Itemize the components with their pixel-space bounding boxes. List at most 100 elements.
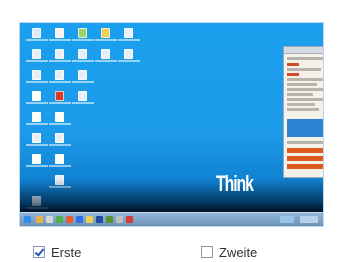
desktop-glow: [20, 178, 323, 212]
file-icon-glyph: [55, 154, 64, 164]
docs-icon-glyph: [55, 28, 64, 38]
recycle-icon[interactable]: [118, 28, 140, 46]
desktop-preview: Think: [19, 22, 324, 227]
docs-icon[interactable]: [49, 28, 71, 46]
icon-caption: [49, 102, 71, 104]
app-icon[interactable]: [72, 70, 94, 88]
network-icon-glyph: [78, 28, 87, 38]
app-icon[interactable]: [49, 133, 71, 151]
window-row: [287, 98, 323, 101]
icon-caption: [49, 60, 71, 62]
window-row: [287, 68, 321, 71]
window-titlebar: [284, 47, 323, 54]
icon-caption: [118, 39, 140, 41]
icon-caption: [49, 81, 71, 83]
icon-caption: [49, 39, 71, 41]
pdf-icon-glyph: [55, 91, 64, 101]
start-icon: [24, 216, 31, 223]
icon-caption: [26, 102, 48, 104]
app-icon[interactable]: [26, 70, 48, 88]
file-icon[interactable]: [26, 112, 48, 130]
think-logo: Think: [216, 171, 254, 196]
file-icon[interactable]: [26, 154, 48, 172]
icon-caption: [72, 81, 94, 83]
clock-area: [300, 216, 318, 223]
network-icon[interactable]: [72, 28, 94, 46]
app-icon-glyph: [55, 133, 64, 143]
app-icon-glyph: [32, 49, 41, 59]
icon-caption: [95, 39, 117, 41]
app-icon-glyph: [124, 49, 133, 59]
taskbar-app-icon: [76, 216, 83, 223]
folder-icon-glyph: [101, 28, 110, 38]
window-row: [287, 83, 317, 86]
taskbar-app-icon: [106, 216, 113, 223]
app-icon-glyph: [101, 49, 110, 59]
taskbar-app-icon: [86, 216, 93, 223]
computer-icon-glyph: [32, 28, 41, 38]
file-icon[interactable]: [49, 112, 71, 130]
icon-caption: [26, 39, 48, 41]
icon-caption: [72, 60, 94, 62]
file-icon-glyph: [55, 112, 64, 122]
app-icon-glyph: [55, 70, 64, 80]
file-icon-glyph: [32, 91, 41, 101]
app-icon[interactable]: [26, 49, 48, 67]
window-row: [287, 103, 315, 106]
file-icon[interactable]: [26, 91, 48, 109]
app-icon-glyph: [55, 49, 64, 59]
option-zweite[interactable]: Zweite: [201, 244, 257, 260]
erste-label: Erste: [51, 244, 82, 260]
icon-caption: [26, 144, 48, 146]
window-row: [287, 108, 319, 111]
window-row: [287, 73, 299, 76]
tray-area: [280, 216, 294, 223]
icon-caption: [49, 144, 71, 146]
icon-caption: [26, 165, 48, 167]
app-icon[interactable]: [49, 70, 71, 88]
zweite-label: Zweite: [219, 244, 258, 260]
taskbar-app-icon: [56, 216, 63, 223]
taskbar-app-icon: [66, 216, 73, 223]
taskbar-app-icon: [46, 216, 53, 223]
app-icon-glyph: [32, 133, 41, 143]
app-icon[interactable]: [72, 91, 94, 109]
recycle-icon-glyph: [124, 28, 133, 38]
window-highlight-bar: [287, 164, 323, 169]
window-preview-pane: [287, 119, 323, 137]
icon-caption: [49, 165, 71, 167]
icon-caption: [95, 60, 117, 62]
icon-caption: [118, 60, 140, 62]
explorer-window-preview: [283, 46, 323, 178]
folder-icon[interactable]: [95, 28, 117, 46]
icon-caption: [26, 81, 48, 83]
window-row: [287, 78, 323, 81]
erste-checkbox[interactable]: [33, 246, 45, 258]
option-erste[interactable]: Erste: [33, 244, 81, 260]
icon-caption: [26, 123, 48, 125]
file-icon-glyph: [32, 112, 41, 122]
taskbar-app-icon: [126, 216, 133, 223]
zweite-checkbox[interactable]: [201, 246, 213, 258]
app-icon-glyph: [78, 49, 87, 59]
window-row: [287, 141, 323, 144]
app-icon[interactable]: [118, 49, 140, 67]
window-row: [287, 88, 323, 91]
app-icon-glyph: [32, 70, 41, 80]
computer-icon[interactable]: [26, 28, 48, 46]
window-row: [287, 63, 299, 66]
app-icon[interactable]: [95, 49, 117, 67]
app-icon-glyph: [78, 91, 87, 101]
app-icon[interactable]: [49, 49, 71, 67]
file-icon-glyph: [32, 154, 41, 164]
file-icon[interactable]: [49, 154, 71, 172]
pdf-icon[interactable]: [49, 91, 71, 109]
taskbar-app-icon: [96, 216, 103, 223]
option-group: Erste Zweite: [33, 244, 323, 262]
window-row: [287, 57, 323, 60]
taskbar-app-icon: [36, 216, 43, 223]
taskbar-app-icon: [116, 216, 123, 223]
window-row: [287, 93, 313, 96]
app-icon[interactable]: [72, 49, 94, 67]
app-icon[interactable]: [26, 133, 48, 151]
